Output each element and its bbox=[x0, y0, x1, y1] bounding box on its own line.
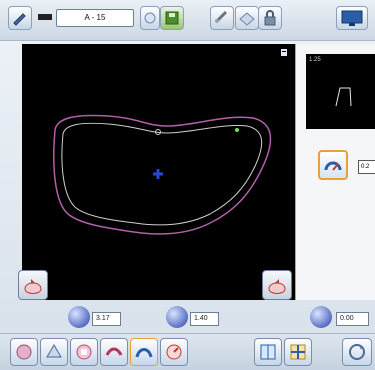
lock-button[interactable] bbox=[258, 6, 282, 30]
lens-edge-icon bbox=[16, 344, 32, 360]
drop-icon bbox=[68, 306, 90, 328]
pin-icon bbox=[281, 49, 287, 56]
tool-button-4[interactable] bbox=[100, 338, 128, 366]
pen-icon bbox=[13, 13, 26, 26]
mini-trace bbox=[335, 87, 352, 107]
monitor-icon bbox=[341, 10, 363, 26]
tools-icon bbox=[214, 10, 228, 24]
bevel-lens-icon bbox=[76, 344, 92, 360]
tool-button-1[interactable] bbox=[10, 338, 38, 366]
tool-button-6[interactable] bbox=[160, 338, 188, 366]
value-field-2[interactable]: 1.40 bbox=[190, 312, 219, 326]
tool-button-2[interactable] bbox=[40, 338, 68, 366]
lens-icon bbox=[24, 279, 42, 294]
gauge-icon bbox=[324, 161, 342, 171]
gauge-button[interactable] bbox=[318, 150, 348, 180]
edge-marker bbox=[235, 128, 239, 132]
rotate-icon bbox=[349, 344, 365, 360]
drop-icon-alt bbox=[166, 306, 188, 328]
save-button[interactable] bbox=[160, 6, 184, 30]
sphere-icon bbox=[310, 306, 332, 328]
value-field-1[interactable]: 3.17 bbox=[92, 312, 121, 326]
side-value-field[interactable]: 0.2 bbox=[358, 160, 375, 174]
mini-label: 1.25 bbox=[309, 57, 321, 63]
layers-icon bbox=[239, 12, 255, 26]
rotate-button[interactable] bbox=[342, 338, 372, 366]
tools-button[interactable] bbox=[210, 6, 234, 30]
grid-icon bbox=[290, 344, 306, 360]
value-field-3[interactable]: 0.00 bbox=[336, 312, 369, 326]
bevel-icon bbox=[46, 344, 62, 358]
color-swatch bbox=[38, 14, 52, 20]
monitor-button[interactable] bbox=[336, 6, 368, 30]
groove-icon bbox=[105, 347, 123, 356]
right-lens-button[interactable] bbox=[262, 270, 292, 300]
view-toggle-button[interactable] bbox=[140, 6, 160, 30]
mini-preview: 1.25 bbox=[306, 54, 375, 129]
layers-button[interactable] bbox=[235, 6, 259, 30]
value-row: 3.17 1.40 0.00 bbox=[0, 302, 375, 332]
tool-button-8[interactable] bbox=[284, 338, 312, 366]
trace-canvas bbox=[53, 49, 287, 235]
bottom-toolbar bbox=[0, 333, 375, 370]
center-marker bbox=[153, 169, 163, 179]
save-icon bbox=[165, 11, 179, 25]
tool-button-7[interactable] bbox=[254, 338, 282, 366]
tool-button-3[interactable] bbox=[70, 338, 98, 366]
lens-icon bbox=[268, 279, 286, 294]
side-panel: 1.25 0.2 bbox=[295, 44, 375, 300]
polish-icon bbox=[135, 348, 153, 358]
lock-icon bbox=[264, 10, 276, 26]
top-toolbar: A - 15 bbox=[0, 0, 375, 41]
settings-button[interactable] bbox=[8, 6, 32, 30]
frame-icon bbox=[260, 344, 276, 360]
gauge-icon bbox=[166, 344, 182, 360]
view-icon bbox=[144, 12, 156, 24]
tool-button-5[interactable] bbox=[130, 338, 158, 366]
app-screen: A - 15 1.25 0.2 3.17 1.40 0.00 bbox=[0, 0, 375, 370]
left-lens-button[interactable] bbox=[18, 270, 48, 300]
job-field[interactable]: A - 15 bbox=[56, 9, 134, 27]
trace-view[interactable] bbox=[18, 44, 295, 300]
